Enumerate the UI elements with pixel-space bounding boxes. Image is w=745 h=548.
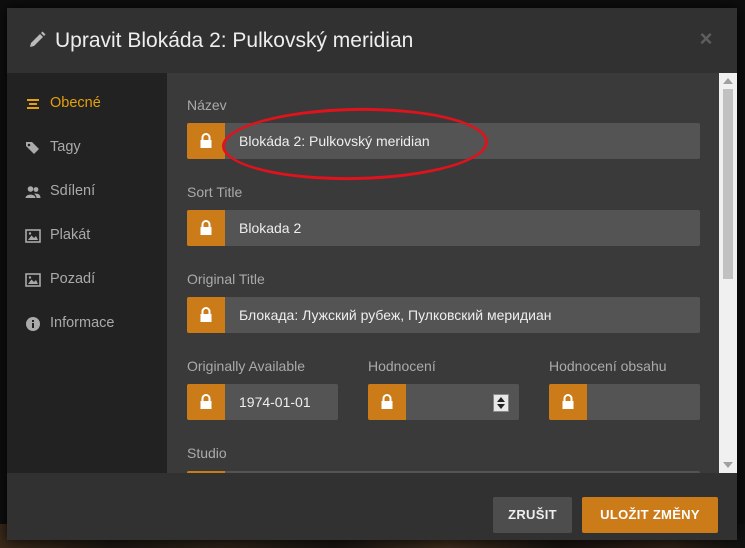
sidebar-item-label: Plakát xyxy=(50,227,91,243)
lock-button[interactable] xyxy=(187,210,225,246)
original-title-field[interactable]: Блокада: Лужский рубеж, Пулковский мерид… xyxy=(187,297,700,333)
originally-available-field[interactable]: 1974-01-01 xyxy=(187,384,338,420)
scroll-up-icon[interactable] xyxy=(723,78,733,84)
save-changes-button[interactable]: ULOŽIT ZMĚNY xyxy=(582,497,718,533)
image-icon xyxy=(25,273,41,287)
scrollbar[interactable] xyxy=(719,73,737,473)
edit-dialog: Upravit Blokáda 2: Pulkovský meridian × … xyxy=(7,8,737,540)
chevron-up-icon[interactable] xyxy=(497,397,505,402)
sidebar-item-sdileni[interactable]: Sdílení xyxy=(7,176,167,208)
lock-button[interactable] xyxy=(187,384,225,420)
sidebar: Obecné Tagy Sdílení Plakát Pozadí Inform… xyxy=(7,73,167,473)
dialog-title: Upravit Blokáda 2: Pulkovský meridian xyxy=(55,29,414,52)
hodnoceni-obsahu-field[interactable] xyxy=(549,384,700,420)
sidebar-item-pozadi[interactable]: Pozadí xyxy=(7,264,167,296)
lock-icon xyxy=(200,307,212,322)
hodnoceni-label: Hodnocení xyxy=(368,358,436,374)
sidebar-item-label: Sdílení xyxy=(50,183,96,199)
sort-title-value: Blokada 2 xyxy=(239,220,302,236)
sidebar-item-informace[interactable]: Informace xyxy=(7,308,167,340)
image-icon xyxy=(25,229,41,243)
sidebar-item-label: Obecné xyxy=(50,95,101,111)
originally-available-value: 1974-01-01 xyxy=(239,394,311,410)
scrollbar-thumb[interactable] xyxy=(723,89,733,279)
hodnoceni-obsahu-label: Hodnocení obsahu xyxy=(549,358,667,374)
originally-available-label: Originally Available xyxy=(187,358,306,374)
original-title-value: Блокада: Лужский рубеж, Пулковский мерид… xyxy=(239,307,552,323)
sidebar-item-tagy[interactable]: Tagy xyxy=(7,132,167,164)
hodnoceni-field[interactable] xyxy=(368,384,519,420)
lock-icon xyxy=(200,133,212,148)
sidebar-item-label: Pozadí xyxy=(50,271,96,287)
nazev-label: Název xyxy=(187,97,227,113)
sidebar-item-label: Tagy xyxy=(50,139,81,155)
lock-icon xyxy=(200,394,212,409)
lock-button[interactable] xyxy=(187,123,225,159)
dialog-header: Upravit Blokáda 2: Pulkovský meridian × xyxy=(7,8,737,73)
sidebar-item-label: Informace xyxy=(50,315,115,331)
lock-icon xyxy=(381,394,393,409)
info-icon xyxy=(26,317,40,331)
chevron-down-icon[interactable] xyxy=(497,404,505,409)
lock-button[interactable] xyxy=(549,384,587,420)
lock-button[interactable] xyxy=(368,384,406,420)
users-icon xyxy=(25,186,41,198)
studio-label: Studio xyxy=(187,445,227,461)
sidebar-item-obecne[interactable]: Obecné xyxy=(7,88,167,120)
close-icon[interactable]: × xyxy=(695,28,717,50)
list-icon xyxy=(27,99,39,109)
pencil-icon xyxy=(30,31,46,47)
number-spinner[interactable] xyxy=(493,394,509,412)
sort-title-field[interactable]: Blokada 2 xyxy=(187,210,700,246)
lock-button[interactable] xyxy=(187,297,225,333)
lock-icon xyxy=(200,220,212,235)
cancel-button[interactable]: ZRUŠIT xyxy=(493,497,572,533)
sidebar-item-plakat[interactable]: Plakát xyxy=(7,220,167,252)
lock-icon xyxy=(562,394,574,409)
tags-icon xyxy=(26,142,39,154)
scroll-down-icon[interactable] xyxy=(723,462,733,468)
original-title-label: Original Title xyxy=(187,271,265,287)
sort-title-label: Sort Title xyxy=(187,184,243,200)
dialog-footer: ZRUŠIT ULOŽIT ZMĚNY xyxy=(7,473,737,540)
